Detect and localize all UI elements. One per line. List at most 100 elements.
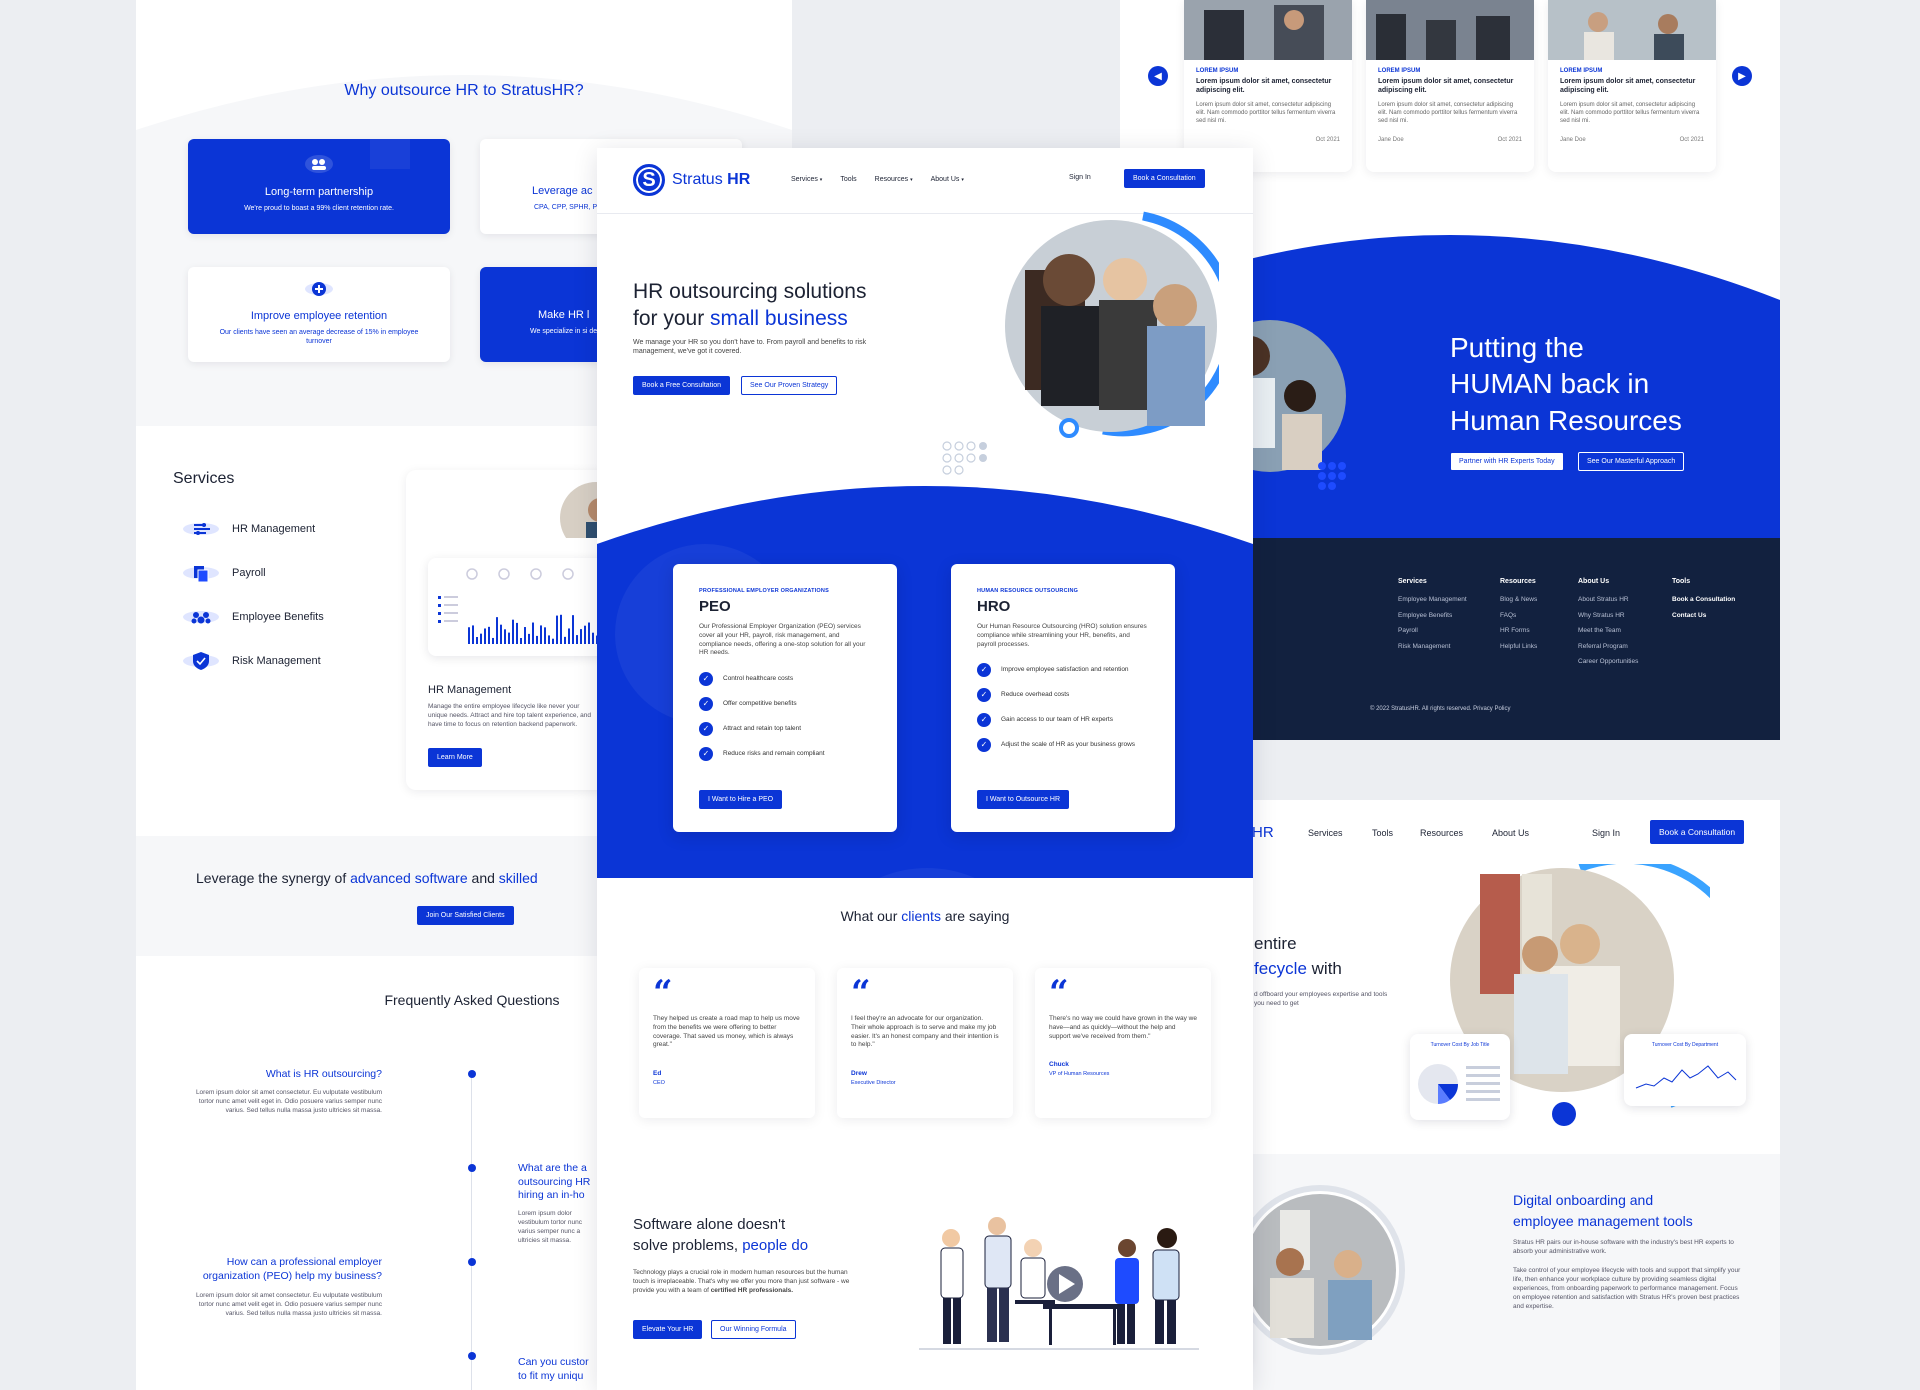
footer-link[interactable]: Employee Management [1398,596,1467,604]
chart-bar [472,625,474,644]
chart-bar [496,617,498,644]
nav-links: Services ▾ Tools Resources ▾ About Us ▾ [791,176,964,183]
check-item: ✓ Improve employee satisfaction and reten… [977,663,1149,678]
elevate-hr-button[interactable]: Elevate Your HR [633,1320,703,1339]
plus-circle-icon [188,279,450,304]
footer-link[interactable]: Employee Benefits [1398,612,1467,620]
nav-resources[interactable]: Resources [1420,828,1463,838]
nav-about[interactable]: About Us [1492,828,1529,838]
check-icon: ✓ [699,722,713,737]
why-card-subtitle: We're proud to boast a 99% client retent… [244,205,394,212]
nav-sign-in[interactable]: Sign In [1069,174,1091,181]
footer-col-about: About Us About Stratus HR Why Stratus HR… [1578,578,1639,666]
timeline-dot [468,1070,476,1078]
nav-resources[interactable]: Resources ▾ [875,176,913,183]
winning-formula-button[interactable]: Our Winning Formula [711,1320,796,1339]
nav-sign-in[interactable]: Sign In [1592,828,1620,838]
hro-tag: HUMAN RESOURCE OUTSOURCING [977,588,1079,594]
footer-link[interactable]: Risk Management [1398,643,1467,651]
footer-link[interactable]: About Stratus HR [1578,596,1638,604]
check-icon: ✓ [977,688,991,703]
chart-bar [492,637,494,644]
footer-link[interactable]: Blog & News [1500,596,1537,604]
logo[interactable]: S Stratus HR [633,164,750,196]
faq-item[interactable]: How can a professional employer organiza… [182,1256,382,1319]
chart-bar [484,628,486,644]
testimonial-card: “ They helped us create a road map to he… [639,968,815,1118]
turnover-job-widget: Turnover Cost By Job Title [1410,1034,1510,1120]
partner-experts-button[interactable]: Partner with HR Experts Today [1450,452,1564,471]
nav-tools[interactable]: Tools [1372,828,1393,838]
service-item-employee-benefits[interactable]: Employee Benefits [182,606,324,628]
chart-bar [536,635,538,644]
chart-bar [524,627,526,644]
footer-link[interactable]: Contact Us [1672,612,1735,620]
footer-link[interactable]: HR Forms [1500,627,1537,635]
nav-bar: S Stratus HR Services ▾ Tools Resources … [597,148,1253,214]
chart-bar [512,619,514,644]
why-title: Why outsource HR to StratusHR? [344,82,584,99]
turnover-dept-widget: Turnover Cost By Department [1624,1034,1746,1106]
check-icon: ✓ [977,713,991,728]
logo-text: Stratus HR [672,171,751,188]
chart-bar [592,632,594,644]
chart-bar [580,629,582,644]
logo-mark-icon: S [633,164,665,196]
check-icon: ✓ [699,672,713,687]
leverage-title: Leverage the synergy of advanced softwar… [196,870,538,886]
footer-link[interactable]: Helpful Links [1500,643,1537,651]
check-icon: ✓ [977,663,991,678]
service-item-risk-management[interactable]: Risk Management [182,650,321,672]
copyright: © 2022 StratusHR. All rights reserved. P… [1370,706,1511,712]
chart-bar [588,622,590,644]
outsource-hr-button[interactable]: I Want to Outsource HR [977,790,1070,809]
chart-bar [500,624,502,644]
peo-tag: PROFESSIONAL EMPLOYER ORGANIZATIONS [699,588,829,594]
faq-item[interactable]: What is HR outsourcing? Lorem ipsum dolo… [182,1068,382,1115]
nav-tools[interactable]: Tools [840,176,856,183]
nav-services[interactable]: Services ▾ [791,176,822,183]
check-item: ✓ Reduce risks and remain compliant [699,747,871,762]
hire-peo-button[interactable]: I Want to Hire a PEO [699,790,783,809]
pie-chart-graphic [1418,1064,1500,1104]
lifecycle-text: d offboard your employees expertise and … [1254,991,1388,1008]
faq-item[interactable]: What are the a outsourcing HR hiring an … [518,1162,598,1245]
chart-bar [480,633,482,644]
chart-bar [488,626,490,644]
software-text: Technology plays a crucial role in moder… [633,1269,850,1295]
sliders-icon [182,518,220,540]
nav-about[interactable]: About Us ▾ [931,176,964,183]
why-card-retention: Improve employee retention Our clients h… [188,267,450,362]
people-icon [182,606,220,628]
join-clients-button[interactable]: Join Our Satisfied Clients [417,906,514,925]
service-item-hr-management[interactable]: HR Management [182,518,315,540]
faq-item[interactable]: Can you custor to fit my uniqu [518,1356,598,1383]
footer-link[interactable]: Referral Program [1578,643,1638,651]
footer-link[interactable]: Book a Consultation [1672,596,1735,604]
hero-subtitle: We manage your HR so you don't have to. … [633,339,867,356]
services-title: Services [173,470,235,487]
learn-more-button[interactable]: Learn More [428,748,482,767]
chart-bar [568,628,570,644]
book-consultation-button[interactable]: Book a Consultation [1124,169,1205,188]
footer-link[interactable]: Meet the Team [1578,627,1638,635]
free-consultation-button[interactable]: Book a Free Consultation [633,376,730,395]
why-card-subtitle: Our clients have seen an average decreas… [219,329,419,346]
book-consultation-button[interactable]: Book a Consultation [1650,820,1745,844]
chart-bar [520,638,522,644]
timeline-dot [468,1164,476,1172]
peo-desc: Our Professional Employer Organization (… [699,623,866,657]
hero-title: HR outsourcing solutions for your small … [633,280,867,331]
footer-link[interactable]: Payroll [1398,627,1467,635]
service-item-payroll[interactable]: Payroll [182,562,266,584]
chart-bar [584,625,586,644]
footer-link[interactable]: Why Stratus HR [1578,612,1638,620]
footer-link[interactable]: FAQs [1500,612,1537,620]
timeline-dot [468,1352,476,1360]
nav-services[interactable]: Services [1308,828,1343,838]
footer-link[interactable]: Career Opportunities [1578,658,1638,666]
masterful-approach-button[interactable]: See Our Masterful Approach [1578,452,1685,471]
chart-bar [532,622,534,644]
proven-strategy-button[interactable]: See Our Proven Strategy [741,376,838,395]
lifecycle-title: entire fecycle with [1254,934,1342,978]
